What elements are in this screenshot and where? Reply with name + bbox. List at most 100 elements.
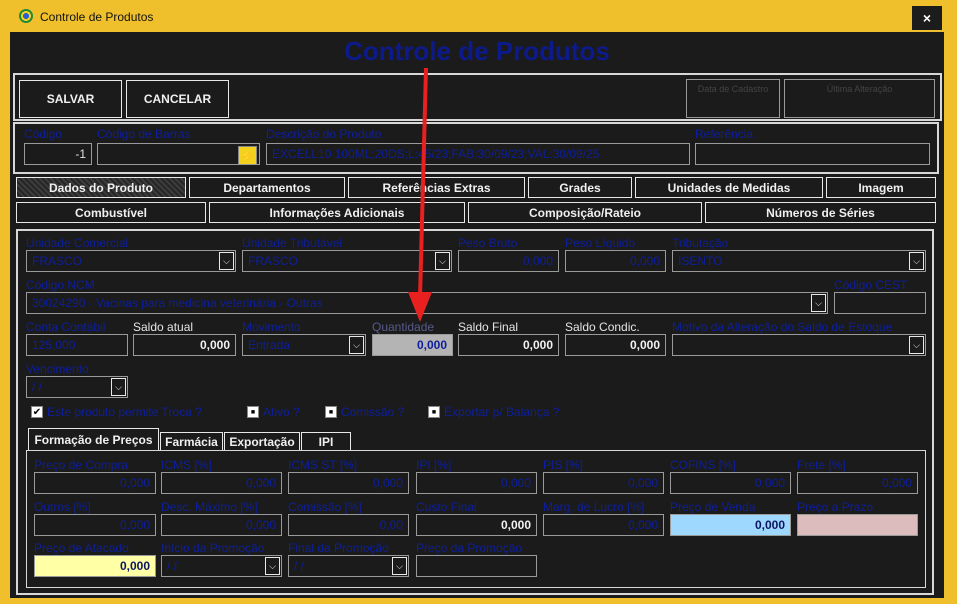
desc-max-label: Desc. Máximo [%] xyxy=(161,500,258,514)
preco-prazo-field[interactable] xyxy=(797,514,918,536)
subtab-ipi[interactable]: IPI xyxy=(301,432,351,451)
saldo-atual-label: Saldo atual xyxy=(133,320,194,334)
data-cadastro-label: Data de Cadastro xyxy=(697,84,769,94)
unidade-comercial-select[interactable]: FRASCO ⌵ xyxy=(26,250,236,272)
ultima-alteracao-label: Última Alteração xyxy=(826,84,893,94)
ativo-checkbox[interactable]: ■ xyxy=(247,406,259,418)
unidade-comercial-value: FRASCO xyxy=(32,254,83,268)
outros-field[interactable]: 0,000 xyxy=(34,514,156,536)
subtab-formacao-precos[interactable]: Formação de Preços xyxy=(28,428,159,450)
saldo-final-field: 0,000 xyxy=(458,334,559,356)
unidade-tributavel-label: Unidade Tributável xyxy=(242,236,343,250)
troca-checkbox[interactable]: ✔ xyxy=(31,406,43,418)
tributacao-select[interactable]: ISENTO ⌵ xyxy=(672,250,926,272)
referencia-label: Referência xyxy=(695,127,754,141)
preco-atacado-field[interactable]: 0,000 xyxy=(34,555,156,577)
movimento-value: Entrada xyxy=(248,338,291,352)
troca-label: Este produto permite Troca ? xyxy=(47,405,202,419)
data-cadastro-box: Data de Cadastro xyxy=(686,79,780,118)
comissao-pct-label: Comissão [%] xyxy=(288,500,363,514)
ipi-field[interactable]: 0,000 xyxy=(416,472,537,494)
peso-liquido-field[interactable]: 0,000 xyxy=(565,250,666,272)
preco-venda-label: Preço de Venda xyxy=(670,500,756,514)
chevron-down-icon[interactable]: ⌵ xyxy=(219,252,234,270)
ipi-label: IPI [%] xyxy=(416,458,452,472)
balanca-label: Exportar p/ Balança ? xyxy=(444,405,560,419)
cest-label: Código CEST xyxy=(834,278,908,292)
unidade-tributavel-value: FRASCO xyxy=(248,254,299,268)
red-arrow-annotation xyxy=(408,67,432,322)
marg-lucro-field[interactable]: 0,000 xyxy=(543,514,664,536)
tab-combustivel[interactable]: Combustível xyxy=(16,202,206,223)
conta-contabil-field[interactable]: 125.000 xyxy=(26,334,128,356)
marg-lucro-label: Marg. de Lucro [%] xyxy=(543,500,645,514)
comissao-checkbox[interactable]: ■ xyxy=(325,406,337,418)
codigo-field[interactable]: -1 xyxy=(24,143,92,165)
referencia-field[interactable] xyxy=(695,143,930,165)
cofins-field[interactable]: 0,000 xyxy=(670,472,791,494)
unidade-comercial-label: Unidade Comercial xyxy=(26,236,129,250)
arrow-head xyxy=(408,292,432,322)
chevron-down-icon[interactable]: ⌵ xyxy=(811,294,826,312)
ncm-value: 30024290 - Vacinas para medicina veterin… xyxy=(32,296,323,310)
icms-label: ICMS [%] xyxy=(161,458,212,472)
icms-st-field[interactable]: 0,000 xyxy=(288,472,409,494)
peso-liquido-label: Peso Líquido xyxy=(565,236,636,250)
preco-compra-field[interactable]: 0,000 xyxy=(34,472,156,494)
peso-bruto-label: Peso Bruto xyxy=(458,236,518,250)
tab-imagem[interactable]: Imagem xyxy=(826,177,936,198)
preco-venda-field[interactable]: 0,000 xyxy=(670,514,791,536)
balanca-checkbox[interactable]: ■ xyxy=(428,406,440,418)
save-button[interactable]: SALVAR xyxy=(19,80,122,118)
cancel-button[interactable]: CANCELAR xyxy=(126,80,229,118)
motivo-label: Motivo da Alteração do Saldo de Estoque xyxy=(672,320,893,334)
cest-field[interactable] xyxy=(834,292,926,314)
final-promo-field[interactable]: / / ⌵ xyxy=(288,555,409,577)
chevron-down-icon[interactable]: ⌵ xyxy=(392,557,407,575)
vencimento-field[interactable]: / / ⌵ xyxy=(26,376,128,398)
peso-bruto-field[interactable]: 0,000 xyxy=(458,250,559,272)
tributacao-label: Tributação xyxy=(672,236,729,250)
chevron-down-icon[interactable]: ⌵ xyxy=(265,557,280,575)
close-button[interactable]: × xyxy=(912,6,942,30)
frete-field[interactable]: 0,000 xyxy=(797,472,918,494)
cofins-label: COFINS [%] xyxy=(670,458,737,472)
window-title: Controle de Produtos xyxy=(40,10,154,24)
desc-max-field[interactable]: 0,000 xyxy=(161,514,282,536)
conta-contabil-label: Conta Contábil xyxy=(26,320,106,334)
ultima-alteracao-box: Última Alteração xyxy=(784,79,935,118)
icms-st-label: ICMS ST [%] xyxy=(288,458,358,472)
ativo-label: Ativo ? xyxy=(263,405,300,419)
preco-promo-field[interactable] xyxy=(416,555,537,577)
subtab-farmacia[interactable]: Farmácia xyxy=(160,432,223,451)
chevron-down-icon[interactable]: ⌵ xyxy=(349,336,364,354)
tributacao-value: ISENTO xyxy=(678,254,723,268)
preco-atacado-label: Preço de Atacado xyxy=(34,541,129,555)
preco-promo-label: Preço da Promoção xyxy=(416,541,523,555)
icms-field[interactable]: 0,000 xyxy=(161,472,282,494)
tab-unidades-medidas[interactable]: Unidades de Medidas xyxy=(635,177,823,198)
preco-compra-label: Preço de Compra xyxy=(34,458,129,472)
chevron-down-icon[interactable]: ⌵ xyxy=(909,252,924,270)
motivo-select[interactable]: ⌵ xyxy=(672,334,926,356)
subtab-exportacao[interactable]: Exportação xyxy=(224,432,300,451)
tab-numeros-series[interactable]: Números de Séries xyxy=(705,202,936,223)
chevron-down-icon[interactable]: ⌵ xyxy=(111,378,126,396)
pis-field[interactable]: 0,000 xyxy=(543,472,664,494)
inicio-promo-field[interactable]: / / ⌵ xyxy=(161,555,282,577)
app-globe-icon xyxy=(19,9,33,23)
tab-dados-produto[interactable]: Dados do Produto xyxy=(16,177,186,198)
tab-grades[interactable]: Grades xyxy=(528,177,632,198)
tab-departamentos[interactable]: Departamentos xyxy=(189,177,345,198)
barras-field[interactable]: ⚡ xyxy=(97,143,260,165)
comissao-pct-field[interactable]: 0,00 xyxy=(288,514,409,536)
tab-composicao-rateio[interactable]: Composição/Rateio xyxy=(468,202,702,223)
ncm-label: Código NCM xyxy=(26,278,95,292)
saldo-condic-field: 0,000 xyxy=(565,334,666,356)
movimento-select[interactable]: Entrada ⌵ xyxy=(242,334,366,356)
preco-prazo-label: Preço a Prazo xyxy=(797,500,874,514)
inicio-promo-value: / / xyxy=(167,559,178,573)
lightning-icon[interactable]: ⚡ xyxy=(238,146,257,164)
chevron-down-icon[interactable]: ⌵ xyxy=(909,336,924,354)
descricao-field[interactable]: EXCELL10 100ML;20DS;L:45/23;FAB:30/09/23… xyxy=(266,143,690,165)
